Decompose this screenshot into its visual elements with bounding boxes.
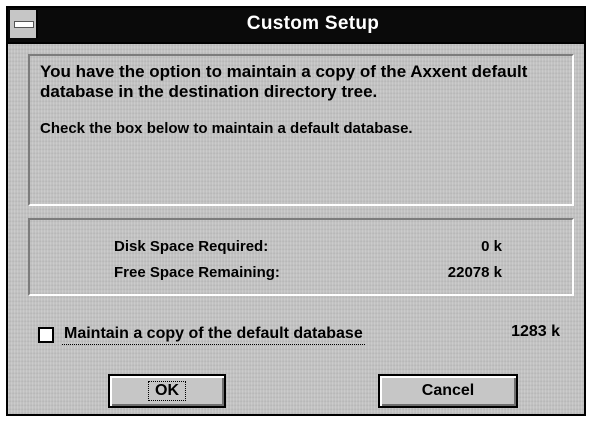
cancel-button[interactable]: Cancel (378, 374, 518, 408)
system-menu-button[interactable] (10, 10, 38, 38)
description-text: You have the option to maintain a copy o… (40, 62, 528, 101)
maintain-database-label[interactable]: Maintain a copy of the default database (62, 325, 365, 345)
ok-button[interactable]: OK (108, 374, 226, 408)
maintain-database-option[interactable]: Maintain a copy of the default database (38, 325, 558, 347)
disk-space-required-label: Disk Space Required: (114, 238, 269, 255)
free-space-remaining-row: Free Space Remaining: 22078 k (30, 264, 572, 286)
custom-setup-dialog: Custom Setup You have the option to main… (6, 6, 586, 416)
maintain-database-checkbox[interactable] (38, 327, 54, 343)
disk-space-panel: Disk Space Required: 0 k Free Space Rema… (28, 218, 574, 296)
database-size-value: 1283 k (511, 323, 560, 340)
disk-space-required-value: 0 k (481, 238, 502, 255)
free-space-remaining-value: 22078 k (447, 264, 502, 281)
title-bar: Custom Setup (8, 8, 584, 44)
description-panel: You have the option to maintain a copy o… (28, 54, 574, 206)
window-title: Custom Setup (246, 13, 380, 34)
system-menu-icon (14, 21, 34, 28)
instruction-text: Check the box below to maintain a defaul… (40, 120, 413, 137)
cancel-button-label: Cancel (421, 382, 475, 399)
disk-space-required-row: Disk Space Required: 0 k (30, 238, 572, 260)
ok-button-label: OK (148, 381, 186, 401)
free-space-remaining-label: Free Space Remaining: (114, 264, 280, 281)
